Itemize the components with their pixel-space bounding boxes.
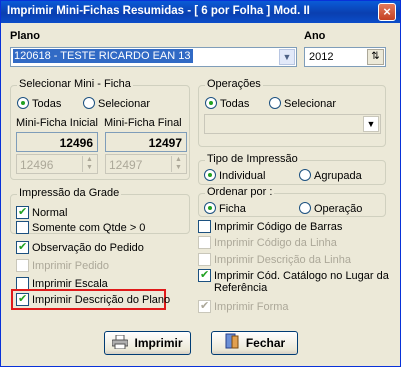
plano-select[interactable]: 120618 - TESTE RICARDO EAN 13 ▼ [10,47,297,67]
checkbox-icon [198,220,211,233]
grade-normal-checkbox[interactable]: Normal [16,206,67,219]
checkbox-icon [16,259,29,272]
ordenar-ficha-label: Ficha [219,203,246,215]
imprimir-button-label: Imprimir [134,336,183,350]
mini-ficha-inicial-input[interactable]: 12496 [16,132,98,152]
tipo-individual-label: Individual [219,170,266,182]
dialog-window: Imprimir Mini-Fichas Resumidas - [ 6 por… [0,0,401,367]
mini-ficha-todas-label: Todas [32,98,62,110]
descricao-linha-label: Imprimir Descrição da Linha [214,254,351,266]
mini-ficha-inicial-label: Mini-Ficha Inicial [16,117,98,129]
ano-value: 2012 [309,51,334,63]
checkbox-icon [198,269,211,282]
codigo-barras-checkbox[interactable]: Imprimir Código de Barras [198,220,342,233]
operacoes-todas-radio[interactable]: Todas [205,97,249,110]
codigo-linha-checkbox[interactable]: Imprimir Código da Linha [198,236,337,249]
codigo-linha-label: Imprimir Código da Linha [214,237,337,249]
imprimir-descricao-plano-checkbox[interactable]: Imprimir Descrição do Plano [16,293,170,306]
radio-icon [204,202,216,214]
radio-icon [205,97,217,109]
radio-icon [83,97,95,109]
window-title: Imprimir Mini-Fichas Resumidas - [ 6 por… [7,5,310,17]
radio-icon [204,169,216,181]
radio-icon [17,97,29,109]
mini-ficha-final-spinner[interactable]: 12497 ▲ ▼ [105,154,187,174]
imprimir-pedido-label: Imprimir Pedido [32,260,110,272]
codigo-barras-label: Imprimir Código de Barras [214,221,343,233]
mini-ficha-selecionar-label: Selecionar [98,98,150,110]
tipo-individual-radio[interactable]: Individual [204,169,265,182]
fechar-button-label: Fechar [245,336,286,350]
mini-ficha-final-input[interactable]: 12497 [105,132,187,152]
cod-catalogo-label: Imprimir Cód. Catálogo no Lugar da [214,270,389,282]
radio-icon [269,97,281,109]
plano-label: Plano [10,30,40,42]
checkbox-icon [198,300,211,313]
selecionar-mini-ficha-legend: Selecionar Mini - Ficha [17,78,133,90]
checkbox-icon [16,293,29,306]
ordenar-por-legend: Ordenar por : [205,186,275,198]
imprimir-pedido-checkbox[interactable]: Imprimir Pedido [16,259,109,272]
checkbox-icon [198,253,211,266]
checkbox-icon [198,236,211,249]
grade-somente-qtde-label: Somente com Qtde > 0 [32,222,146,234]
mini-ficha-inicial-spin-value: 12496 [20,158,54,172]
ano-field[interactable]: 2012 ⇅ [304,47,386,67]
mini-ficha-final-spin-value: 12497 [109,158,143,172]
operacoes-selecionar-radio[interactable]: Selecionar [269,97,336,110]
sort-icon[interactable]: ⇅ [367,49,384,65]
mini-ficha-inicial-spinner[interactable]: 12496 ▲ ▼ [16,154,98,174]
printer-icon [111,334,129,350]
mini-ficha-todas-radio[interactable]: Todas [17,97,61,110]
cod-catalogo-label-line2: Referência [214,282,268,294]
cod-catalogo-checkbox[interactable]: Imprimir Cód. Catálogo no Lugar da [198,269,389,282]
operacoes-legend: Operações [205,78,263,90]
operacoes-todas-label: Todas [220,98,250,110]
imprimir-button[interactable]: Imprimir [104,331,191,355]
ordenar-ficha-radio[interactable]: Ficha [204,202,246,215]
close-button[interactable]: × [378,3,396,21]
mini-ficha-selecionar-radio[interactable]: Selecionar [83,97,150,110]
ordenar-operacao-label: Operação [314,203,363,215]
mini-ficha-final-label: Mini-Ficha Final [104,117,182,129]
grade-normal-label: Normal [32,207,68,219]
checkbox-icon [16,206,29,219]
tipo-impressao-legend: Tipo de Impressão [205,153,300,165]
radio-icon [299,202,311,214]
observacao-pedido-label: Observação do Pedido [32,242,144,254]
plano-select-value: 120618 - TESTE RICARDO EAN 13 [13,49,194,63]
fechar-button[interactable]: Fechar [211,331,298,355]
observacao-pedido-checkbox[interactable]: Observação do Pedido [16,241,144,254]
impressao-grade-legend: Impressão da Grade [17,187,122,199]
checkbox-icon [16,221,29,234]
descricao-linha-checkbox[interactable]: Imprimir Descrição da Linha [198,253,351,266]
grade-somente-qtde-checkbox[interactable]: Somente com Qtde > 0 [16,221,145,234]
title-bar[interactable]: Imprimir Mini-Fichas Resumidas - [ 6 por… [1,1,400,23]
spin-arrows-icon[interactable]: ▲ ▼ [82,156,96,172]
tipo-agrupada-radio[interactable]: Agrupada [299,169,362,182]
operacoes-select[interactable]: ▼ [204,114,381,134]
ano-label: Ano [304,30,326,42]
spin-arrows-icon[interactable]: ▲ ▼ [171,156,185,172]
exit-door-icon [224,333,240,349]
ordenar-operacao-radio[interactable]: Operação [299,202,362,215]
checkbox-icon [16,241,29,254]
chevron-down-icon[interactable]: ▼ [279,49,295,65]
imprimir-forma-label: Imprimir Forma [214,301,289,313]
operacoes-selecionar-label: Selecionar [284,98,336,110]
imprimir-descricao-plano-label: Imprimir Descrição do Plano [32,294,171,306]
radio-icon [299,169,311,181]
tipo-agrupada-label: Agrupada [314,170,362,182]
chevron-down-icon[interactable]: ▼ [363,116,379,132]
imprimir-forma-checkbox[interactable]: Imprimir Forma [198,300,289,313]
